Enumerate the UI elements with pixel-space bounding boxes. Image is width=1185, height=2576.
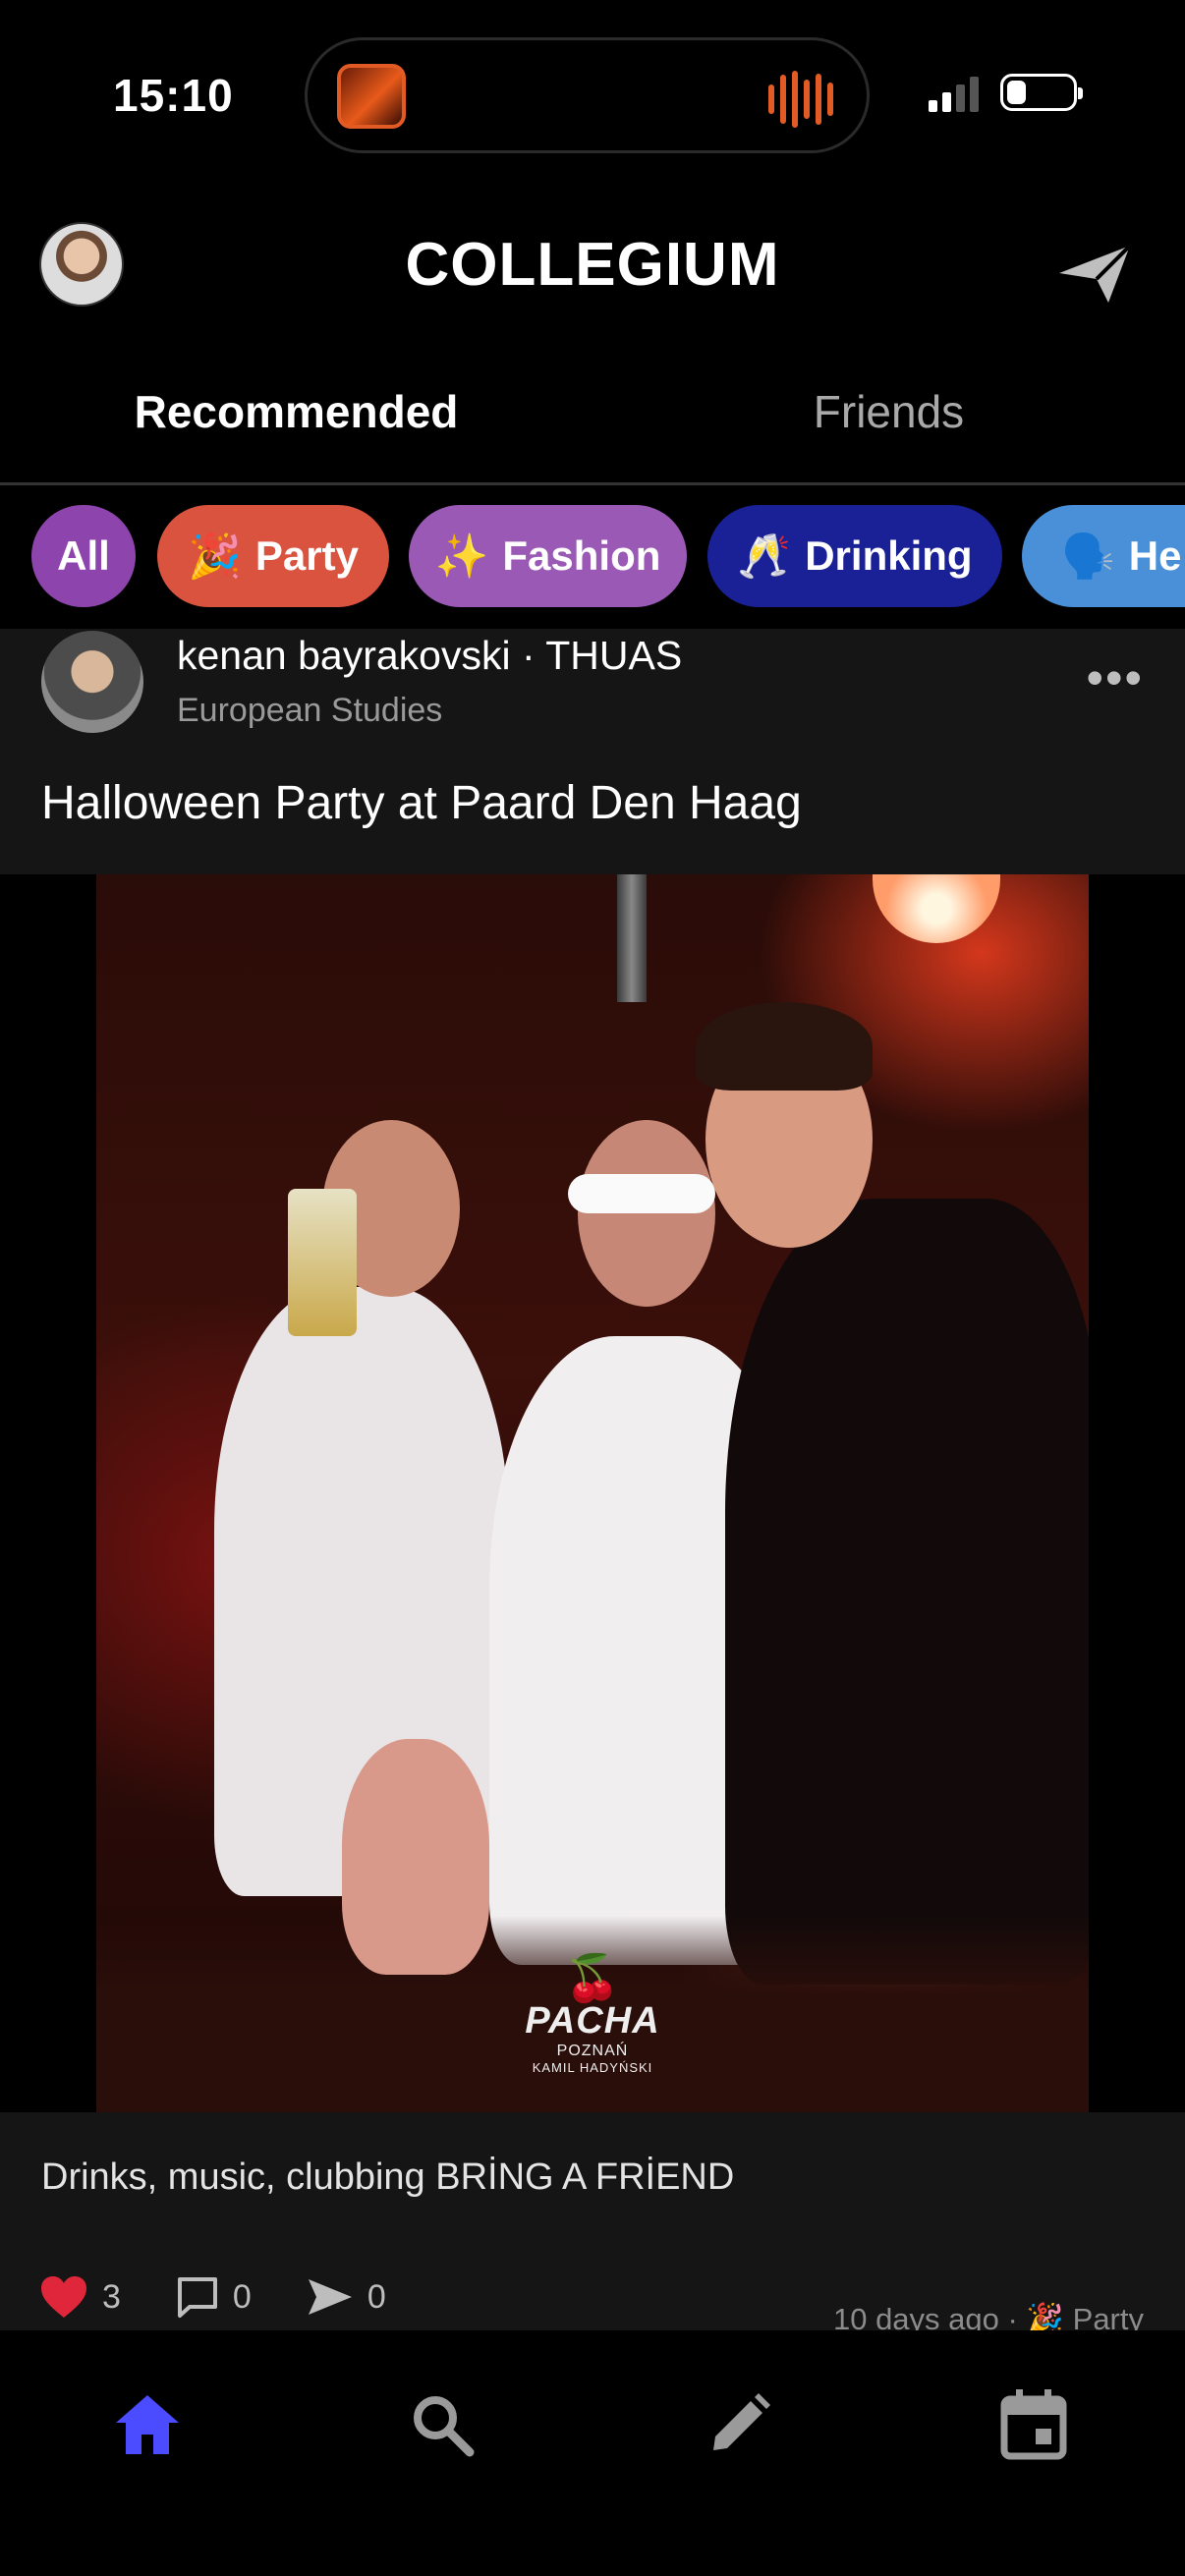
heart-icon <box>41 2276 86 2318</box>
chip-label: He <box>1128 532 1182 579</box>
post-image: 🍒 PACHA POZNAŃ KAMIL HADYŃSKI <box>96 874 1089 2112</box>
app-title: COLLEGIUM <box>405 231 780 299</box>
status-bar: 15:10 <box>0 0 1185 187</box>
chip-label: All <box>57 532 110 579</box>
cherries-logo-icon: 🍒 <box>564 1952 621 2003</box>
party-popper-icon: 🎉 <box>188 532 242 581</box>
clinking-glasses-icon: 🥂 <box>737 532 792 581</box>
chip-label: Fashion <box>502 532 661 579</box>
post-author-name[interactable]: kenan bayrakovski · THUAS <box>177 633 682 679</box>
app-header: COLLEGIUM <box>0 196 1185 334</box>
comment-count: 0 <box>232 2277 252 2316</box>
post-card[interactable]: kenan bayrakovski · THUAS European Studi… <box>0 629 1185 2336</box>
pacha-watermark: 🍒 PACHA POZNAŃ KAMIL HADYŃSKI <box>509 1955 676 2075</box>
bottom-navigation <box>0 2330 1185 2576</box>
chip-party[interactable]: 🎉 Party <box>157 505 389 607</box>
category-filter-bar: All 🎉 Party ✨ Fashion 🥂 Drinking 🗣️ He <box>0 505 1185 609</box>
feed-tabs: Recommended Friends <box>0 365 1185 485</box>
sparkles-icon: ✨ <box>434 532 489 581</box>
drink-glass <box>288 1189 357 1336</box>
status-icons <box>929 73 1083 112</box>
person-middle-head <box>578 1120 715 1307</box>
person-middle-glasses <box>568 1174 715 1213</box>
speaking-head-icon: 🗣️ <box>1061 532 1115 581</box>
chip-label: Party <box>254 532 359 579</box>
watermark-brand: PACHA <box>525 2000 660 2042</box>
home-icon[interactable] <box>108 2385 187 2464</box>
post-author-program: European Studies <box>177 692 443 729</box>
raised-hand <box>342 1739 489 1975</box>
post-title: Halloween Party at Paard Den Haag <box>41 777 802 829</box>
status-time: 15:10 <box>113 70 234 121</box>
chip-label: Drinking <box>805 532 973 579</box>
tab-friends[interactable]: Friends <box>592 385 1185 438</box>
messages-send-icon[interactable] <box>1055 240 1134 308</box>
more-options-icon[interactable]: ••• <box>1086 653 1144 702</box>
watermark-city: POZNAŃ <box>556 2043 629 2059</box>
post-actions: 3 0 0 <box>39 2274 441 2320</box>
chip-all[interactable]: All <box>31 505 136 607</box>
battery-icon <box>1000 74 1083 111</box>
person-right-body <box>725 1199 1089 1985</box>
share-count: 0 <box>367 2277 386 2316</box>
like-count: 3 <box>102 2277 121 2316</box>
post-author-avatar[interactable] <box>41 631 143 733</box>
chip-partial[interactable]: 🗣️ He <box>1022 505 1185 607</box>
share-button[interactable]: 0 <box>307 2275 386 2319</box>
tab-recommended[interactable]: Recommended <box>0 385 592 438</box>
calendar-icon[interactable] <box>994 2385 1073 2464</box>
chip-fashion[interactable]: ✨ Fashion <box>409 505 687 607</box>
now-playing-thumbnail <box>337 64 406 129</box>
pencil-icon[interactable] <box>700 2385 778 2464</box>
comment-button[interactable]: 0 <box>176 2275 252 2319</box>
comment-icon <box>177 2277 217 2318</box>
audio-wave-icon <box>768 70 839 129</box>
search-icon[interactable] <box>403 2385 481 2464</box>
send-icon <box>308 2279 352 2315</box>
disco-light <box>873 874 1000 943</box>
like-button[interactable]: 3 <box>39 2274 121 2320</box>
post-description: Drinks, music, clubbing BRİNG A FRİEND <box>41 2156 735 2198</box>
dynamic-island[interactable] <box>305 37 870 153</box>
watermark-photographer: KAMIL HADYŃSKI <box>532 2060 653 2075</box>
ceiling-pole <box>617 874 647 1002</box>
cellular-signal-icon <box>929 73 979 112</box>
person-right-hair <box>696 1002 873 1091</box>
chip-drinking[interactable]: 🥂 Drinking <box>707 505 1002 607</box>
post-image-container[interactable]: 🍒 PACHA POZNAŃ KAMIL HADYŃSKI <box>0 874 1185 2112</box>
